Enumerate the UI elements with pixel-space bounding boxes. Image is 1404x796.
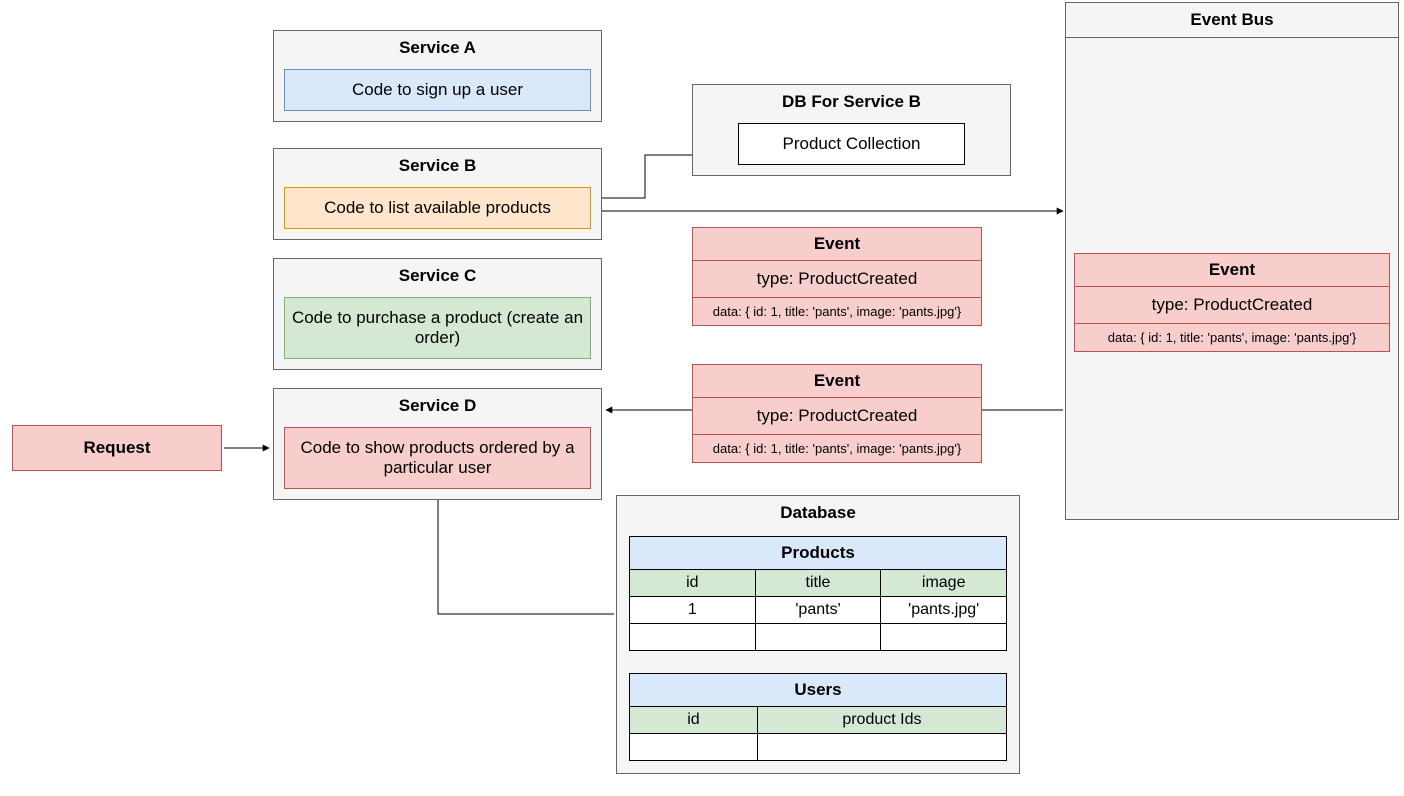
- products-headers: id title image: [630, 570, 1006, 597]
- products-cell-image: 'pants.jpg': [881, 597, 1006, 624]
- event2-data: data: { id: 1, title: 'pants', image: 'p…: [693, 435, 981, 462]
- users-header-id: id: [630, 707, 758, 734]
- service-b: Service B Code to list available product…: [273, 148, 602, 240]
- service-c: Service C Code to purchase a product (cr…: [273, 258, 602, 370]
- users-headers: id product Ids: [630, 707, 1006, 734]
- service-a-title: Service A: [274, 31, 601, 65]
- event-outgoing: Event type: ProductCreated data: { id: 1…: [692, 227, 982, 326]
- request-box: Request: [12, 425, 222, 471]
- service-c-code: Code to purchase a product (create an or…: [284, 297, 591, 359]
- event-bus-event: Event type: ProductCreated data: { id: 1…: [1074, 253, 1390, 352]
- users-title: Users: [630, 674, 1006, 707]
- event1-title: Event: [693, 228, 981, 261]
- service-d: Service D Code to show products ordered …: [273, 388, 602, 500]
- database-title: Database: [617, 496, 1019, 530]
- users-header-pids: product Ids: [758, 707, 1006, 734]
- service-b-title: Service B: [274, 149, 601, 183]
- service-c-title: Service C: [274, 259, 601, 293]
- products-title: Products: [630, 537, 1006, 570]
- event-incoming: Event type: ProductCreated data: { id: 1…: [692, 364, 982, 463]
- products-header-image: image: [881, 570, 1006, 597]
- event-bus-title: Event Bus: [1066, 3, 1398, 38]
- service-d-code: Code to show products ordered by a parti…: [284, 427, 591, 489]
- service-a: Service A Code to sign up a user: [273, 30, 602, 122]
- event-bus-event-title: Event: [1075, 254, 1389, 287]
- service-a-code: Code to sign up a user: [284, 69, 591, 111]
- event1-type: type: ProductCreated: [693, 261, 981, 298]
- db-for-service-b-title: DB For Service B: [693, 85, 1010, 119]
- event2-title: Event: [693, 365, 981, 398]
- products-header-title: title: [756, 570, 882, 597]
- service-b-code: Code to list available products: [284, 187, 591, 229]
- service-d-title: Service D: [274, 389, 601, 423]
- event-bus-event-data: data: { id: 1, title: 'pants', image: 'p…: [1075, 324, 1389, 351]
- db-for-service-b: DB For Service B Product Collection: [692, 84, 1011, 176]
- products-table: Products id title image 1 'pants' 'pants…: [629, 536, 1007, 651]
- event-bus-event-type: type: ProductCreated: [1075, 287, 1389, 324]
- users-row-1: [630, 734, 1006, 760]
- products-cell-id: 1: [630, 597, 756, 624]
- products-header-id: id: [630, 570, 756, 597]
- event-bus: Event Bus Event type: ProductCreated dat…: [1065, 2, 1399, 520]
- product-collection: Product Collection: [738, 123, 965, 165]
- database: Database Products id title image 1 'pant…: [616, 495, 1020, 774]
- products-row-2: [630, 624, 1006, 650]
- event2-type: type: ProductCreated: [693, 398, 981, 435]
- products-cell-title: 'pants': [756, 597, 882, 624]
- products-row-1: 1 'pants' 'pants.jpg': [630, 597, 1006, 624]
- event1-data: data: { id: 1, title: 'pants', image: 'p…: [693, 298, 981, 325]
- users-table: Users id product Ids: [629, 673, 1007, 761]
